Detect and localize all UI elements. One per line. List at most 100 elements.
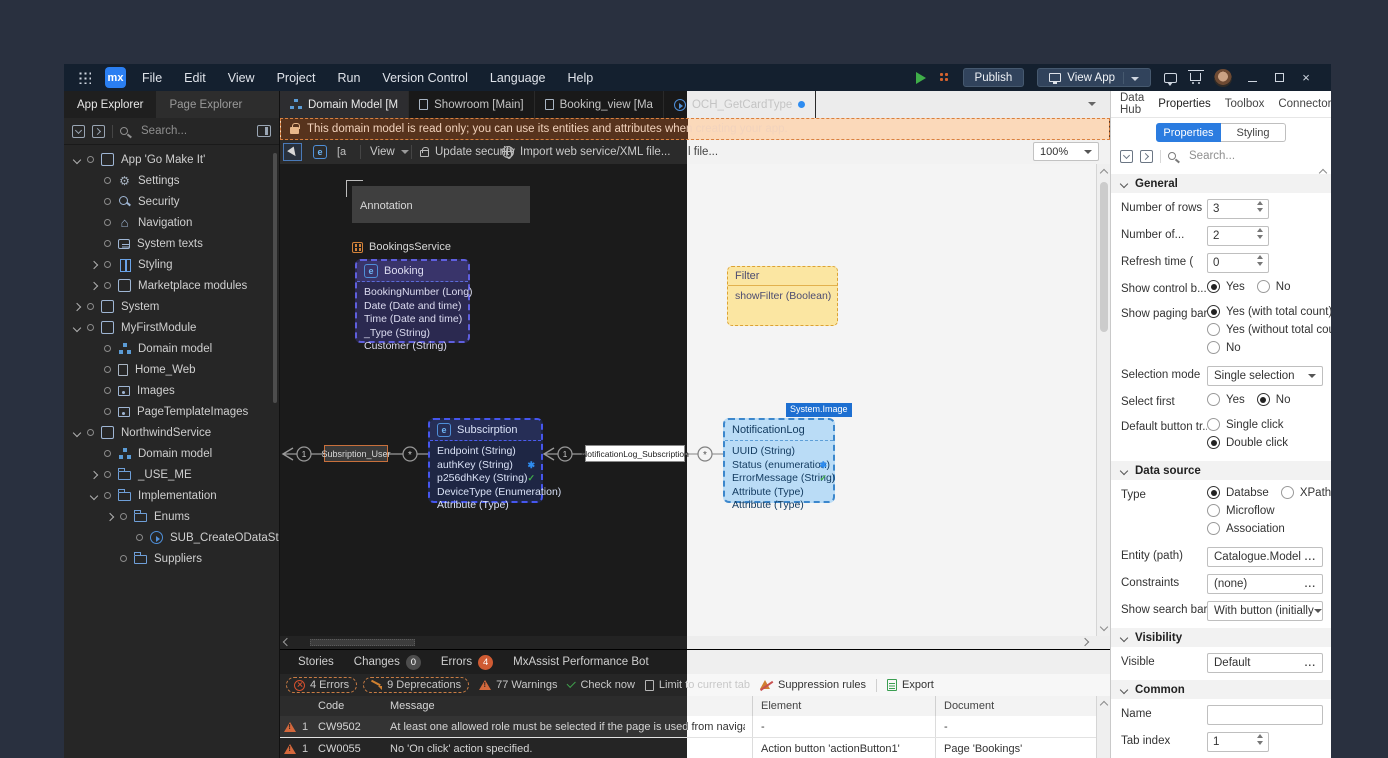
limit-current-tab-button[interactable]: Limit to current tab [645,679,750,691]
section-general[interactable]: General [1111,174,1331,193]
number-of-stepper[interactable]: 2 [1207,226,1269,246]
tree-item-styling[interactable]: Styling [64,254,279,275]
feedback-icon[interactable] [1164,73,1177,83]
menu-version-control[interactable]: Version Control [382,71,467,85]
tree-item-enums[interactable]: Enums [64,506,279,527]
tree-item-domain-model[interactable]: Domain model [64,338,279,359]
tab-errors[interactable]: Errors4 [433,650,501,674]
menu-run[interactable]: Run [337,71,360,85]
filter-warnings-button[interactable]: 77 Warnings [479,679,557,691]
menu-file[interactable]: File [142,71,162,85]
menu-language[interactable]: Language [490,71,546,85]
entity-path-field[interactable]: Catalogue.Model... [1207,547,1323,567]
tree-item-system-texts[interactable]: System texts [64,233,279,254]
canvas-horizontal-scrollbar[interactable] [280,636,1110,649]
radio-yes-no-total[interactable]: Yes (without total count) [1207,323,1331,336]
zoom-select[interactable]: 100% [1033,142,1099,161]
collapse-all-icon[interactable] [1120,150,1133,163]
user-avatar[interactable] [1214,69,1232,87]
import-webservice-button[interactable]: Import web service/XML file... [502,140,670,164]
name-field[interactable] [1207,705,1323,725]
update-security-button[interactable]: Update security [420,140,515,164]
error-row-cw0055[interactable]: 1 CW0055 No 'On click' action specified.… [280,738,1110,758]
tree-item-system[interactable]: System [64,296,279,317]
tab-index-stepper[interactable]: 1 [1207,732,1269,752]
tree-item-nw-domain-model[interactable]: Domain model [64,443,279,464]
tree-item-images[interactable]: Images [64,380,279,401]
tree-item-navigation[interactable]: ⌂Navigation [64,212,279,233]
section-visibility[interactable]: Visibility [1111,628,1331,647]
number-of-rows-stepper[interactable]: 3 [1207,199,1269,219]
doc-tab-och-getcardtype[interactable]: OCH_GetCardType [664,91,816,118]
app-launcher-icon[interactable] [78,71,91,84]
tree-item-sub-createodatastring[interactable]: SUB_CreateODataString [64,527,279,548]
export-button[interactable]: Export [887,679,934,691]
tab-data-hub[interactable]: Data Hub [1120,92,1144,116]
properties-search-input[interactable]: Search... [1189,150,1235,162]
publish-button[interactable]: Publish [963,68,1025,87]
suppression-rules-button[interactable]: Suppression rules [760,679,866,691]
tab-overflow-dropdown[interactable] [1088,102,1096,106]
doc-tab-booking-view[interactable]: Booking_view [Ma [535,91,664,118]
maximize-button[interactable] [1272,70,1286,85]
radio-single-click[interactable]: Single click [1207,418,1284,431]
error-row-cw9502[interactable]: 1 CW9502 At least one allowed role must … [280,716,1110,738]
radio-no[interactable]: No [1207,341,1241,354]
visible-field[interactable]: Default... [1207,653,1323,673]
tab-toolbox[interactable]: Toolbox [1225,98,1265,110]
table-scrollbar[interactable] [1096,696,1110,758]
tree-item-app[interactable]: App 'Go Make It' [64,149,279,170]
tree-item-pagetemplateimages[interactable]: PageTemplateImages [64,401,279,422]
section-data-source[interactable]: Data source [1111,461,1331,480]
tab-changes[interactable]: Changes0 [346,650,429,674]
menu-help[interactable]: Help [568,71,594,85]
radio-yes[interactable]: Yes [1207,393,1245,406]
minimize-button[interactable] [1245,70,1259,85]
tab-properties[interactable]: Properties [1158,98,1210,110]
menu-project[interactable]: Project [277,71,316,85]
select-tool-button[interactable] [283,143,302,161]
selection-mode-select[interactable]: Single selection [1207,366,1323,386]
doc-tab-domain-model[interactable]: Domain Model [M [280,91,409,118]
tree-item-security[interactable]: Security [64,191,279,212]
tree-item-northwindservice[interactable]: NorthwindService [64,422,279,443]
tree-item-marketplace-modules[interactable]: Marketplace modules [64,275,279,296]
tree-item-myfirstmodule[interactable]: MyFirstModule [64,317,279,338]
marketplace-cart-icon[interactable] [1190,73,1201,81]
pin-panel-icon[interactable] [257,125,271,137]
radio-database[interactable]: Databse [1207,486,1269,499]
show-search-bar-select[interactable]: With button (initially [1207,601,1323,621]
entity-booking[interactable]: eBooking BookingNumber (Long) Date (Date… [355,259,470,343]
segment-properties[interactable]: Properties [1156,123,1221,142]
expand-all-icon[interactable] [1140,150,1153,163]
radio-double-click[interactable]: Double click [1207,436,1288,449]
sidebar-search-input[interactable]: Search... [141,125,187,137]
view-app-button[interactable]: View App [1037,68,1151,87]
entity-filter[interactable]: Filter showFilter (Boolean) [727,266,838,326]
menu-edit[interactable]: Edit [184,71,206,85]
association-subscription-user[interactable]: Subsription_User [324,445,388,462]
tab-stories[interactable]: Stories [290,650,342,674]
tree-item-suppliers[interactable]: Suppliers [64,548,279,569]
view-dropdown[interactable]: View [370,140,409,164]
sidebar-scrollbar[interactable] [273,153,277,403]
tree-item-home-web[interactable]: Home_Web [64,359,279,380]
new-entity-button[interactable]: e [313,140,327,164]
radio-no[interactable]: No [1257,393,1291,406]
tree-item-settings[interactable]: ⚙Settings [64,170,279,191]
radio-association[interactable]: Association [1207,522,1285,535]
tab-connector[interactable]: Connector [1278,98,1331,110]
segment-styling[interactable]: Styling [1221,123,1286,142]
section-common[interactable]: Common [1111,680,1331,699]
entity-notificationlog[interactable]: NotificationLog UUID (String) Status (en… [723,418,835,503]
new-annotation-button[interactable]: [a [337,140,346,164]
view-app-dropdown[interactable] [1123,72,1139,84]
constraints-field[interactable]: (none)... [1207,574,1323,594]
tree-item-implementation[interactable]: Implementation [64,485,279,506]
bookings-service-label[interactable]: BookingsService [352,241,451,253]
expand-all-icon[interactable] [92,125,105,138]
radio-yes[interactable]: Yes [1207,280,1245,293]
properties-scrollbar[interactable] [1318,168,1330,758]
debug-icon[interactable] [939,72,950,83]
domain-model-canvas[interactable]: 1 * 1 * Annotation BookingsService eBook… [280,164,1110,636]
